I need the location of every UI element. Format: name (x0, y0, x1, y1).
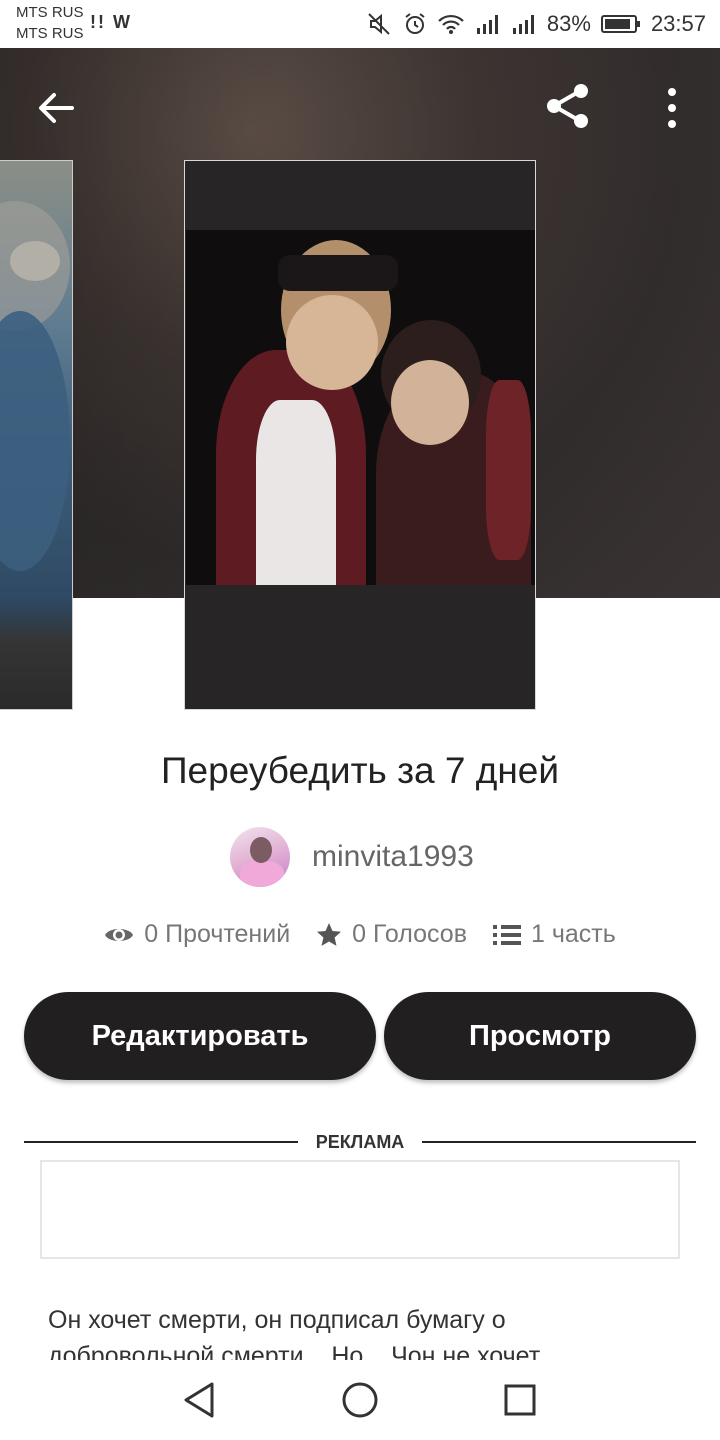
reads-count: 0 Прочтений (144, 920, 291, 948)
more-options-button[interactable] (650, 80, 694, 136)
mute-icon (368, 13, 390, 35)
nav-back-button[interactable] (176, 1376, 224, 1424)
eye-icon (105, 928, 134, 941)
triangle-back-icon (184, 1382, 214, 1418)
avatar[interactable] (230, 827, 290, 887)
notification-icons: !! W (90, 12, 132, 32)
signal-icon (476, 15, 498, 34)
more-vertical-icon (668, 88, 676, 128)
alarm-icon (405, 13, 425, 34)
divider-line (24, 1141, 298, 1143)
author-name[interactable]: minvita1993 (312, 840, 474, 874)
battery-icon (600, 15, 640, 33)
status-bar: MTS RUS MTS RUS !! W 83% 23:57 (0, 0, 720, 48)
previous-story-cover[interactable] (0, 160, 73, 710)
signal-icon (512, 15, 534, 34)
author-link[interactable]: minvita1993 (230, 826, 474, 888)
arrow-left-icon (39, 93, 74, 123)
carrier-label: MTS RUS (16, 4, 84, 21)
votes-stat: 0 Голосов (316, 920, 467, 949)
battery-percent: 83% (546, 11, 591, 36)
story-description: Он хочет смерти, он подписал бумагу о до… (48, 1306, 541, 1362)
divider-line (422, 1141, 696, 1143)
star-icon (317, 922, 342, 946)
story-title: Переубедить за 7 дней (160, 750, 560, 791)
reads-stat: 0 Прочтений (104, 920, 290, 949)
cover-image (186, 230, 535, 585)
back-button[interactable] (30, 82, 82, 134)
share-icon (547, 84, 588, 128)
edit-button[interactable]: Редактировать (24, 992, 376, 1080)
square-recents-icon (504, 1384, 536, 1416)
clock: 23:57 (650, 11, 706, 36)
nav-recents-button[interactable] (496, 1376, 544, 1424)
status-icons: 83% 23:57 (367, 9, 706, 39)
ad-label: РЕКЛАМА (315, 1132, 405, 1152)
story-stats: 0 Прочтений 0 Голосов 1 часть (0, 920, 720, 949)
carrier-label: MTS RUS (16, 25, 84, 42)
circle-home-icon (342, 1382, 378, 1418)
preview-button[interactable]: Просмотр (384, 992, 696, 1080)
nav-home-button[interactable] (336, 1376, 384, 1424)
story-cover[interactable] (184, 160, 536, 710)
wifi-icon (438, 14, 464, 34)
system-nav-bar (0, 1360, 720, 1440)
ad-divider: РЕКЛАМА (24, 1130, 696, 1154)
ad-banner[interactable] (40, 1160, 680, 1259)
list-icon (492, 924, 521, 945)
votes-count: 0 Голосов (352, 920, 467, 948)
parts-count[interactable]: 1 часть (531, 920, 616, 949)
share-button[interactable] (540, 78, 596, 134)
parts-stat[interactable]: 1 часть (492, 920, 616, 949)
